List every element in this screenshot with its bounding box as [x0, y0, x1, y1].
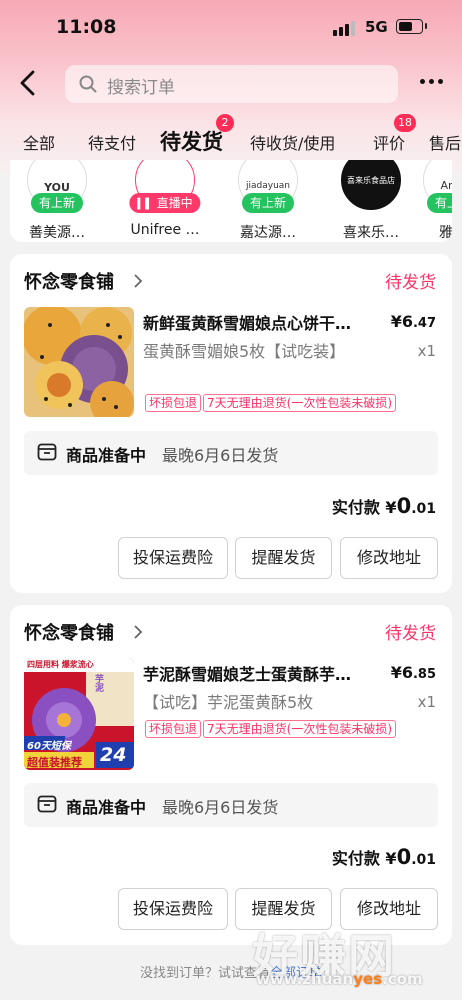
- image-caption: 24: [100, 744, 127, 766]
- tab-all[interactable]: 全部: [23, 130, 55, 154]
- more-icon[interactable]: [420, 79, 446, 87]
- search-icon: [79, 75, 97, 93]
- nav-bar: 搜索订单: [0, 58, 462, 108]
- prep-label: 商品准备中: [66, 446, 147, 465]
- paid-amount: 实付款 ¥0.01: [331, 494, 436, 518]
- shipping-status-bar: 商品准备中 最晚6月6日发货: [24, 431, 438, 475]
- shop-item[interactable]: jiadayuan 有上新 嘉达源…: [223, 160, 313, 242]
- status-bar: 11:08 5G: [0, 0, 462, 54]
- product-spec: 【试吃】芋泥蛋黄酥5枚: [143, 693, 314, 712]
- shop-name: 善美源…: [29, 225, 85, 241]
- chevron-right-icon: [134, 274, 143, 288]
- modify-address-button[interactable]: 修改地址: [340, 888, 438, 930]
- shop-logo: Ame 有上新: [423, 160, 452, 213]
- prep-label: 商品准备中: [66, 798, 147, 817]
- tab-after-sales[interactable]: 售后: [429, 130, 461, 154]
- tab-pending-payment[interactable]: 待支付: [88, 130, 136, 154]
- tab-pending-receipt[interactable]: 待收货/使用: [250, 130, 335, 154]
- modify-address-button[interactable]: 修改地址: [340, 537, 438, 579]
- shop-tag: 有上新: [30, 193, 84, 213]
- shop-logo: YOU 有上新: [27, 160, 87, 213]
- shop-logo: ▍▌ 直播中: [129, 160, 201, 213]
- search-input[interactable]: 搜索订单: [65, 65, 398, 103]
- shop-name: 雅禾: [439, 225, 452, 241]
- footer-hint: 没找到订单？试试查看全部订单: [139, 966, 323, 981]
- tab-badge-shipment: 2: [216, 114, 234, 132]
- order-card[interactable]: 怀念零食铺 待发货 新鲜蛋黄酥雪媚娘点心饼干… ¥6.47 蛋黄酥雪媚娘5枚【试…: [10, 254, 452, 593]
- shop-tag: 有上新: [426, 193, 452, 213]
- product-image[interactable]: 四层用料 爆浆流心 芋泥 60天短保 超值装推荐 24: [24, 658, 134, 770]
- signal-icon: [333, 20, 355, 36]
- remind-shipment-button[interactable]: 提醒发货: [235, 537, 332, 579]
- chevron-right-icon: [134, 625, 143, 639]
- service-tags: 坏损包退 7天无理由退货(一次性包装未破损): [145, 718, 398, 738]
- shipping-status-bar: 商品准备中 最晚6月6日发货: [24, 783, 438, 827]
- remind-shipment-button[interactable]: 提醒发货: [235, 888, 332, 930]
- tab-review[interactable]: 评价: [373, 130, 405, 154]
- status-time: 11:08: [56, 16, 117, 38]
- network-type: 5G: [365, 18, 388, 36]
- product-qty: x1: [417, 342, 436, 360]
- prep-detail: 最晚6月6日发货: [162, 446, 279, 465]
- paid-amount: 实付款 ¥0.01: [331, 845, 436, 869]
- tab-badge-review: 18: [394, 114, 416, 132]
- order-tabs: 全部 待支付 待发货 2 待收货/使用 评价 18 售后: [0, 112, 462, 162]
- shop-tag: 有上新: [241, 193, 295, 213]
- shop-logo: 喜来乐食品店: [341, 160, 401, 210]
- shop-item[interactable]: 喜来乐食品店 喜来乐…: [326, 160, 416, 242]
- product-title[interactable]: 芋泥酥雪媚娘芝士蛋黄酥芋…: [143, 661, 373, 685]
- all-orders-link[interactable]: 全部订单: [270, 966, 322, 981]
- store-name[interactable]: 怀念零食铺: [24, 619, 114, 645]
- package-icon: [37, 443, 57, 461]
- battery-icon: [396, 19, 427, 34]
- image-caption: 芋泥: [93, 674, 103, 692]
- image-caption: 超值装推荐: [27, 756, 82, 769]
- back-icon[interactable]: [14, 68, 44, 98]
- image-caption: 60天短保: [27, 741, 71, 752]
- shop-item[interactable]: YOU 有上新 善美源…: [12, 160, 102, 242]
- package-icon: [37, 795, 57, 813]
- product-price: ¥6.47: [390, 312, 436, 331]
- product-spec: 蛋黄酥雪媚娘5枚【试吃装】: [143, 342, 346, 361]
- shop-name: 喜来乐…: [343, 225, 399, 241]
- product-price: ¥6.85: [390, 663, 436, 682]
- tab-pending-shipment[interactable]: 待发货: [160, 126, 223, 156]
- service-tags: 坏损包退 7天无理由退货(一次性包装未破损): [145, 392, 398, 412]
- order-card[interactable]: 怀念零食铺 待发货 四层用料 爆浆流心 芋泥 60天短保 超值装推荐 24 芋泥…: [10, 605, 452, 945]
- store-name[interactable]: 怀念零食铺: [24, 268, 114, 294]
- product-title[interactable]: 新鲜蛋黄酥雪媚娘点心饼干…: [143, 310, 373, 334]
- shop-name: 嘉达源…: [240, 225, 296, 241]
- service-tag: 7天无理由退货(一次性包装未破损): [203, 394, 397, 412]
- shipping-insurance-button[interactable]: 投保运费险: [118, 537, 228, 579]
- service-tag: 坏损包退: [145, 394, 202, 412]
- order-status: 待发货: [385, 273, 436, 293]
- image-caption: 四层用料 爆浆流心: [27, 660, 94, 669]
- shop-item[interactable]: Ame 有上新 雅禾: [408, 160, 452, 242]
- order-status: 待发货: [385, 624, 436, 644]
- prep-detail: 最晚6月6日发货: [162, 798, 279, 817]
- shop-logo: jiadayuan 有上新: [238, 160, 298, 213]
- live-tag: ▍▌ 直播中: [129, 193, 201, 213]
- shop-name: Unifree …: [130, 222, 200, 238]
- shipping-insurance-button[interactable]: 投保运费险: [118, 888, 228, 930]
- followed-shops: YOU 有上新 善美源… ▍▌ 直播中 Unifree … jiadayuan …: [10, 160, 452, 242]
- product-qty: x1: [417, 693, 436, 711]
- search-placeholder: 搜索订单: [107, 78, 175, 98]
- product-image[interactable]: [24, 307, 134, 417]
- service-tag: 坏损包退: [145, 720, 202, 738]
- service-tag: 7天无理由退货(一次性包装未破损): [203, 720, 397, 738]
- shop-item[interactable]: ▍▌ 直播中 Unifree …: [120, 160, 210, 238]
